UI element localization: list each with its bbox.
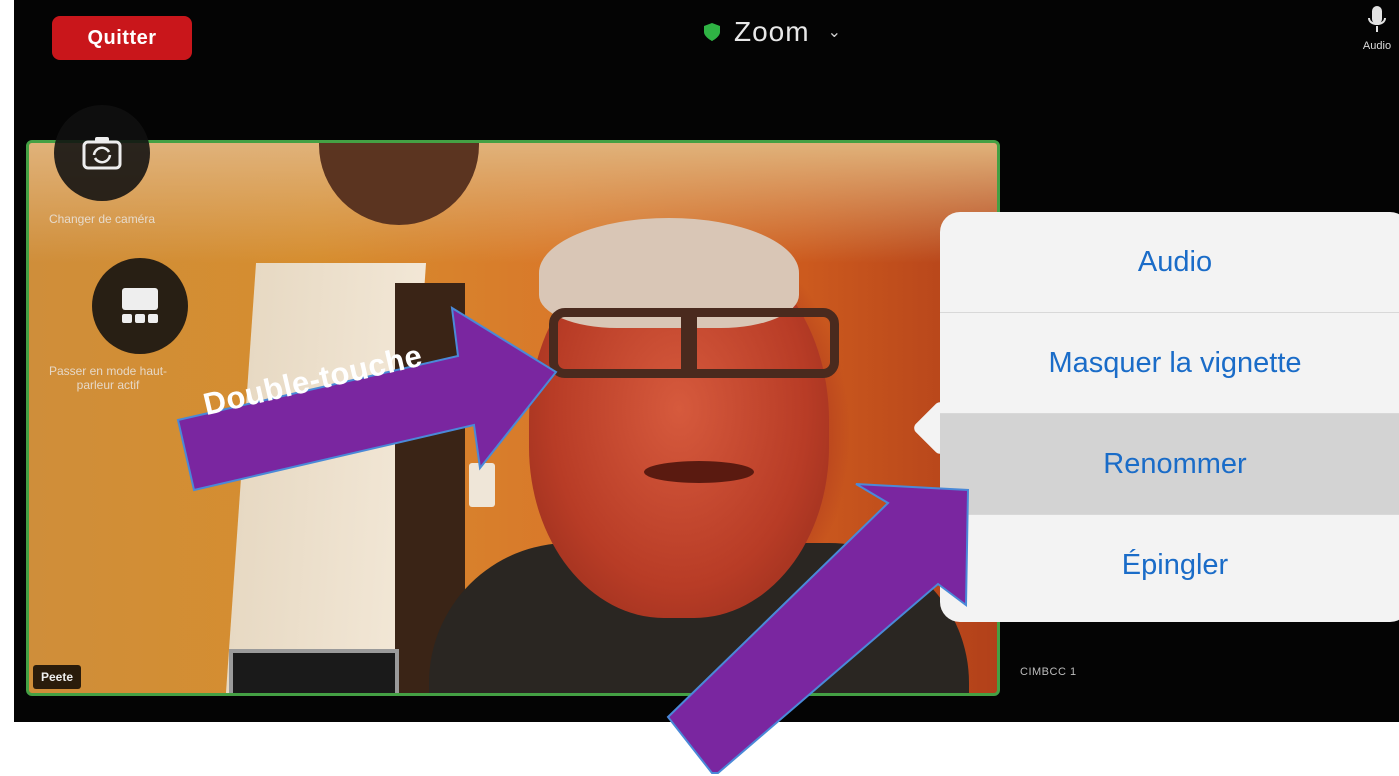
menu-item-hide-thumbnail[interactable]: Masquer la vignette	[940, 313, 1399, 414]
switch-camera-label: Changer de caméra	[48, 212, 156, 226]
participant-mouth	[644, 461, 754, 483]
light-switch	[469, 463, 495, 507]
menu-item-rename[interactable]: Renommer	[940, 414, 1399, 515]
ceiling	[29, 143, 997, 263]
quit-button[interactable]: Quitter	[52, 16, 192, 60]
speaker-view-label: Passer en mode haut-parleur actif	[48, 364, 168, 393]
participant-name-tag: Peete	[33, 665, 82, 689]
audio-label: Audio	[1362, 40, 1392, 52]
camera-switch-icon	[82, 137, 122, 170]
meeting-title: Zoom	[734, 16, 810, 47]
speaker-view-button[interactable]	[92, 258, 188, 354]
side-participant-label: CIMBCC 1	[1020, 666, 1077, 678]
switch-camera-button[interactable]	[54, 105, 150, 201]
glasses-bridge	[681, 308, 697, 378]
microphone-icon	[1368, 6, 1386, 32]
participant-context-menu: Audio Masquer la vignette Renommer Éping…	[940, 212, 1399, 622]
laptop	[229, 649, 399, 693]
meeting-title-bar[interactable]: Zoom ⌄	[704, 12, 841, 52]
chevron-down-icon: ⌄	[827, 24, 841, 41]
menu-item-pin[interactable]: Épingler	[940, 515, 1399, 616]
shield-icon	[704, 23, 720, 41]
speaker-view-icon	[122, 288, 158, 323]
audio-button[interactable]: Audio	[1355, 6, 1399, 52]
menu-item-audio[interactable]: Audio	[940, 212, 1399, 313]
video-tile[interactable]: Peete	[26, 140, 1000, 696]
